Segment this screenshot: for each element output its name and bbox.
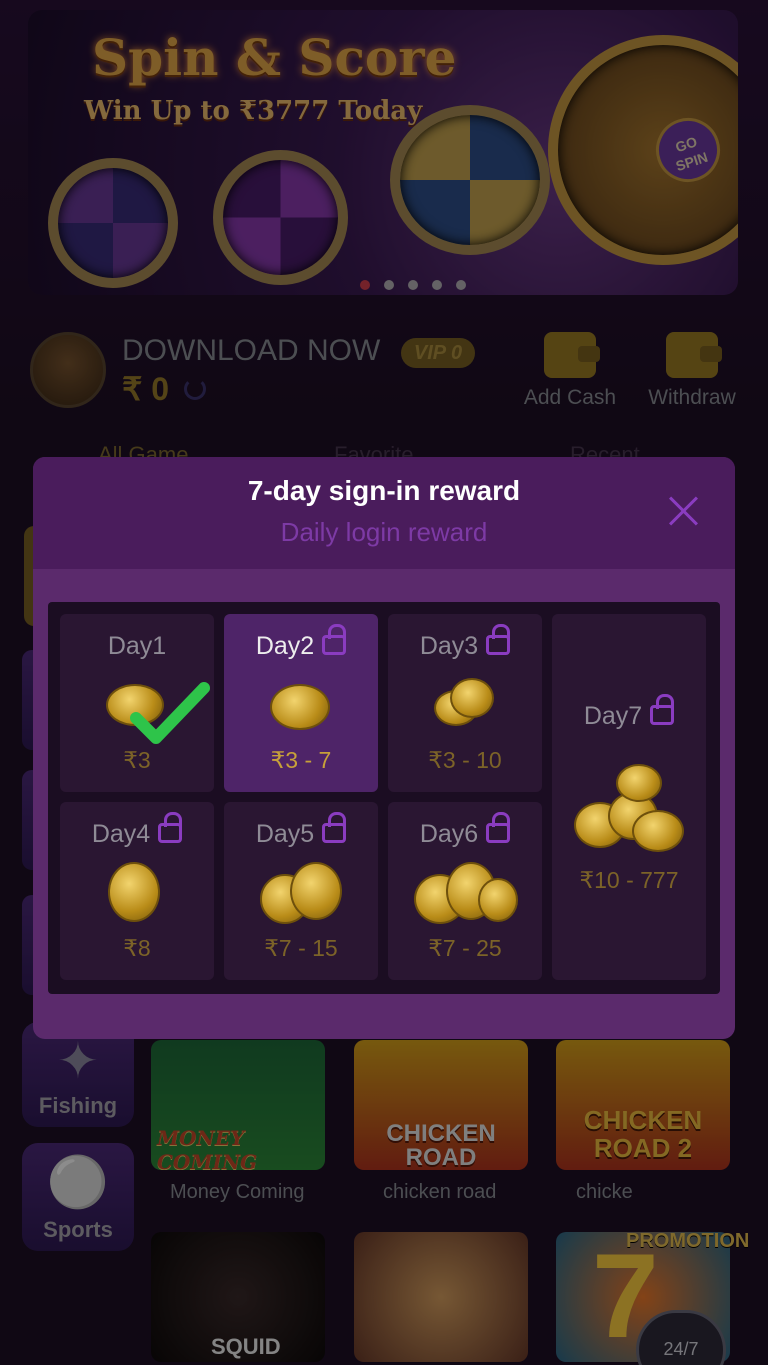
day-cell-4[interactable]: Day4 ₹8 xyxy=(60,802,214,980)
day-cell-7[interactable]: Day7 ₹10 - 777 xyxy=(552,614,706,980)
day-cell-6[interactable]: Day6 ₹7 - 25 xyxy=(388,802,542,980)
day-cell-3[interactable]: Day3 ₹3 - 10 xyxy=(388,614,542,792)
day-label: Day3 xyxy=(388,624,542,661)
coin-icon xyxy=(478,878,518,922)
day-cell-1[interactable]: Day1 ₹3 xyxy=(60,614,214,792)
lock-icon xyxy=(486,624,511,655)
day-amount: ₹8 xyxy=(123,935,151,961)
day-label: Day1 xyxy=(107,632,167,660)
coin-icon xyxy=(108,862,160,922)
day-label: Day5 xyxy=(224,812,378,849)
modal-header: 7-day sign-in reward Daily login reward xyxy=(33,457,735,569)
day-cell-5[interactable]: Day5 ₹7 - 15 xyxy=(224,802,378,980)
lock-icon xyxy=(650,694,675,725)
close-icon[interactable] xyxy=(669,495,699,525)
coin-icon xyxy=(632,810,684,852)
reward-grid: Day1 ₹3 Day2 ₹3 - 7 Day3 ₹3 - 10 Day7 ₹1… xyxy=(48,602,720,994)
coin-icon xyxy=(270,684,330,730)
lock-icon xyxy=(322,812,347,843)
coin-icon xyxy=(450,678,494,718)
day-amount: ₹3 xyxy=(123,747,151,773)
day-amount: ₹3 - 10 xyxy=(428,747,502,773)
signin-reward-modal: 7-day sign-in reward Daily login reward … xyxy=(33,457,735,1039)
day-amount: ₹10 - 777 xyxy=(579,867,679,893)
modal-title: 7-day sign-in reward xyxy=(247,475,521,506)
day-label: Day6 xyxy=(388,812,542,849)
lock-icon xyxy=(486,812,511,843)
day-label: Day2 xyxy=(224,624,378,661)
day-amount: ₹7 - 25 xyxy=(428,935,502,961)
day-cell-2[interactable]: Day2 ₹3 - 7 xyxy=(224,614,378,792)
day-amount: ₹3 - 7 xyxy=(270,747,332,773)
day-label: Day7 xyxy=(552,694,706,731)
coin-icon xyxy=(616,764,662,802)
checkmark-icon xyxy=(130,682,210,744)
day-label: Day4 xyxy=(60,812,214,849)
modal-subtitle: Daily login reward xyxy=(280,517,488,547)
coin-icon xyxy=(290,862,342,920)
lock-icon xyxy=(322,624,347,655)
day-amount: ₹7 - 15 xyxy=(264,935,338,961)
lock-icon xyxy=(158,812,183,843)
